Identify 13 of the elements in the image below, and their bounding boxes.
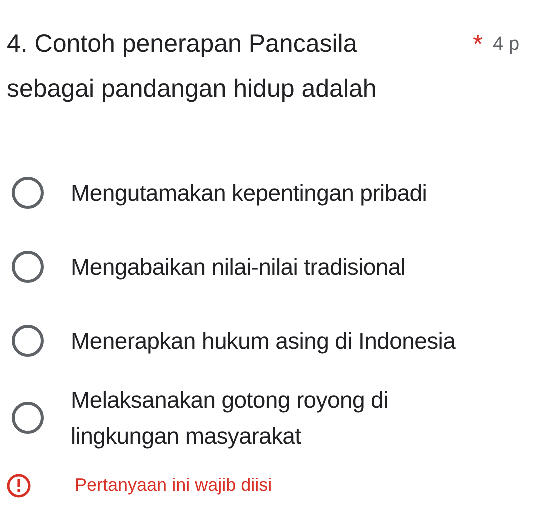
error-icon <box>7 474 31 498</box>
option-label: Mengabaikan nilai-nilai tradisional <box>71 253 407 282</box>
error-message: Pertanyaan ini wajib diisi <box>75 474 272 497</box>
required-mark: * <box>473 28 484 61</box>
option-label: Melaksanakan gotong royong di lingkungan masyarakat <box>71 386 390 451</box>
option-label: Mengutamakan kepentingan pribadi <box>71 179 428 208</box>
radio-button[interactable] <box>12 402 44 434</box>
radio-button[interactable] <box>12 325 44 357</box>
radio-button[interactable] <box>12 177 44 209</box>
radio-button[interactable] <box>12 251 44 283</box>
question-title: 4. Contoh penerapan Pancasila sebagai pandangan hidup adalah <box>7 29 378 105</box>
option-label: Menerapkan hukum asing di Indonesia <box>71 327 457 356</box>
points-label: 4 p <box>493 33 520 57</box>
